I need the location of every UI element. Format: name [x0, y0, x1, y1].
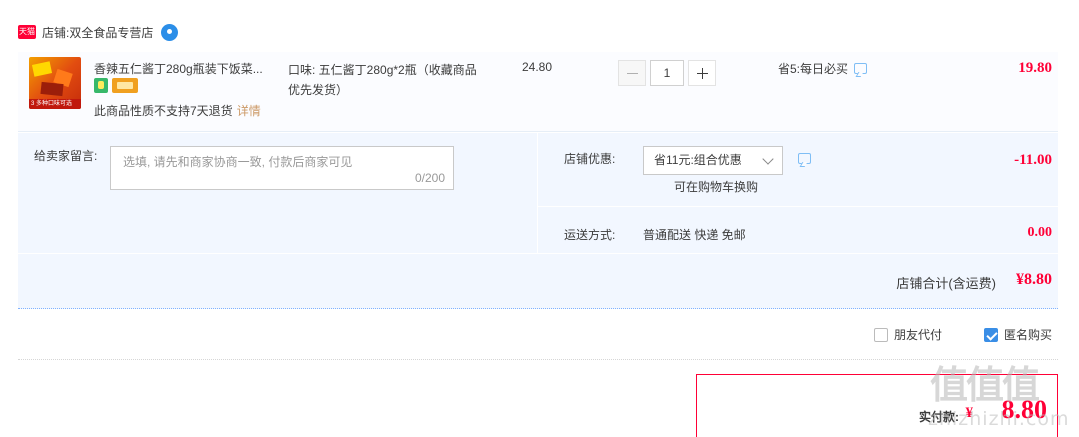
shop-discount-value: 省11元:组合优惠 — [654, 153, 742, 167]
shop-discount-select[interactable]: 省11元:组合优惠 — [643, 146, 783, 175]
divider — [18, 359, 1058, 360]
discount-note: 可在购物车换购 — [674, 180, 759, 194]
product-thumbnail[interactable]: 3 多种口味可选 — [29, 57, 81, 109]
watermark-text: zhizhizhi.com — [928, 408, 1070, 430]
decrease-quantity-button[interactable] — [618, 60, 646, 86]
item-promotion: 省5:每日必买 — [778, 60, 868, 77]
shop-name-link[interactable]: 双全食品专营店 — [69, 24, 153, 41]
quantity-stepper — [618, 60, 716, 86]
order-extras-panel: 给卖家留言: 选填, 请先和商家协商一致, 付款后商家可见 0/200 店铺优惠… — [18, 133, 1058, 253]
discount-amount: -11.00 — [1014, 152, 1052, 168]
promotion-info-icon[interactable] — [854, 63, 868, 74]
discount-info-icon[interactable] — [798, 153, 811, 164]
credit-card-icon[interactable] — [112, 78, 138, 93]
details-link[interactable]: 详情 — [237, 104, 261, 118]
return-policy-note: 此商品性质不支持7天退货 详情 — [94, 102, 261, 119]
purchase-options: 朋友代付 匿名购买 — [874, 326, 1052, 343]
return-policy-text: 此商品性质不支持7天退货 — [94, 104, 233, 118]
sku-info: 口味: 五仁酱丁280g*2瓶（收藏商品优先发货） — [288, 63, 477, 97]
site-watermark: 值值值 zhizhizhi.com — [928, 354, 1070, 434]
shipping-method: 普通配送 快递 免邮 — [643, 228, 746, 242]
thumbnail-tag: 3 多种口味可选 — [29, 99, 81, 109]
shop-total-amount: ¥8.80 — [1016, 271, 1052, 288]
shop-discount-label: 店铺优惠: — [564, 152, 616, 166]
order-item-row: 3 多种口味可选 香辣五仁酱丁280g瓶装下饭菜... 此商品性质不支持7天退货… — [18, 52, 1058, 132]
anonymous-checkbox[interactable] — [984, 327, 999, 342]
seller-message-placeholder: 选填, 请先和商家协商一致, 付款后商家可见 — [123, 155, 353, 169]
guarantee-icon[interactable] — [94, 78, 108, 93]
shop-label: 店铺: — [42, 25, 70, 40]
shop-header: 天猫 店铺: 双全食品专营店 — [18, 22, 179, 42]
promotion-text: 省5:每日必买 — [778, 62, 849, 76]
message-char-counter: 0/200 — [414, 171, 445, 185]
unit-price: 24.80 — [522, 60, 553, 74]
seller-message-textarea[interactable]: 选填, 请先和商家协商一致, 付款后商家可见 0/200 — [110, 146, 454, 190]
shop-total-row: 店铺合计(含运费) ¥8.80 — [18, 254, 1058, 309]
chevron-down-icon — [762, 153, 774, 165]
seller-message-label: 给卖家留言: — [34, 149, 98, 163]
shop-total-label: 店铺合计(含运费) — [896, 276, 996, 291]
friend-pay-checkbox[interactable] — [874, 327, 888, 342]
quantity-input[interactable] — [650, 60, 684, 86]
increase-quantity-button[interactable] — [688, 60, 716, 86]
tmall-icon: 天猫 — [18, 25, 36, 39]
item-subtotal: 19.80 — [1018, 60, 1052, 76]
shipping-fee: 0.00 — [1027, 225, 1053, 240]
product-title-link[interactable]: 香辣五仁酱丁280g瓶装下饭菜... — [94, 60, 282, 77]
shipping-label: 运送方式: — [564, 228, 616, 242]
service-icons — [94, 78, 138, 93]
friend-pay-label[interactable]: 朋友代付 — [894, 326, 942, 343]
anonymous-label[interactable]: 匿名购买 — [1004, 326, 1052, 343]
watermark-logo: 值值值 — [930, 363, 1040, 407]
wangwang-chat-icon[interactable] — [161, 23, 179, 41]
